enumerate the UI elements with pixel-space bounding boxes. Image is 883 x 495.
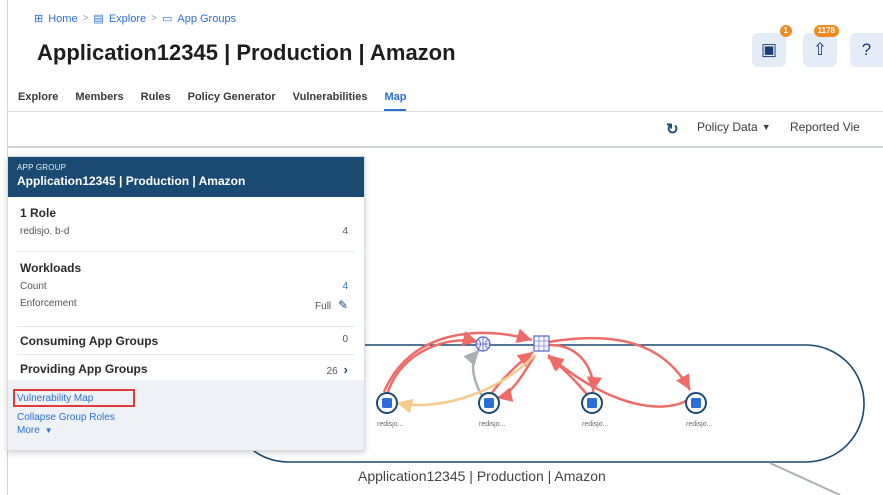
panel-header: APP GROUP Application12345 | Production … — [8, 157, 364, 197]
panel-title: Application12345 | Production | Amazon — [17, 174, 246, 188]
node-label: redisjo... — [582, 421, 609, 428]
consuming-value: 0 — [342, 334, 348, 345]
more-label: More — [17, 425, 40, 436]
providing-row[interactable]: Providing App Groups 26 › — [20, 362, 348, 377]
collapse-group-roles-link[interactable]: Collapse Group Roles — [17, 412, 115, 423]
enforcement-value: Full — [315, 301, 332, 312]
node-label: redisjo... — [686, 421, 713, 428]
workload-node[interactable] — [376, 392, 398, 414]
divider — [17, 251, 355, 252]
workload-node[interactable] — [581, 392, 603, 414]
flow-arrow[interactable] — [396, 354, 536, 414]
count-label: Count — [20, 281, 47, 292]
divider — [17, 326, 355, 327]
role-heading: 1 Role — [20, 206, 57, 220]
app-group-label: Application12345 | Production | Amazon — [358, 468, 606, 484]
count-value[interactable]: 4 — [342, 281, 348, 292]
flow-arrow[interactable] — [549, 343, 602, 393]
role-section: 1 Role redisjo. b-d 4 — [20, 206, 348, 237]
enforcement-label: Enforcement — [20, 298, 77, 309]
vulnerability-map-link[interactable]: Vulnerability Map — [17, 393, 93, 404]
role-count: 4 — [342, 226, 348, 237]
more-link[interactable]: More ▼ — [17, 425, 53, 436]
workload-node[interactable] — [478, 392, 500, 414]
chevron-right-icon[interactable]: › — [344, 362, 348, 377]
flow-arrow[interactable] — [547, 336, 692, 391]
enforcement-row: Enforcement Full ✎ — [20, 298, 348, 312]
panel-kicker: APP GROUP — [17, 163, 67, 172]
workloads-section: Workloads Count 4 Enforcement Full ✎ — [20, 261, 348, 312]
external-link-line — [769, 462, 841, 495]
chevron-down-icon: ▼ — [44, 426, 53, 435]
providing-value: 26 — [326, 366, 338, 377]
flow-arrow[interactable] — [547, 354, 694, 408]
pencil-icon[interactable]: ✎ — [338, 298, 348, 312]
panel-footer: Vulnerability Map Collapse Group Roles M… — [8, 380, 364, 450]
count-row: Count 4 — [20, 281, 348, 292]
workloads-heading: Workloads — [20, 261, 82, 275]
app-group-panel: APP GROUP Application12345 | Production … — [7, 156, 365, 451]
node-label: redisjo... — [479, 421, 506, 428]
role-row[interactable]: redisjo. b-d 4 — [20, 226, 348, 237]
divider — [17, 354, 355, 355]
providing-label: Providing App Groups — [20, 362, 148, 376]
node-label: redisjo... — [377, 421, 404, 428]
consuming-label: Consuming App Groups — [20, 334, 159, 348]
internet-node[interactable] — [475, 336, 491, 352]
workload-node[interactable] — [685, 392, 707, 414]
consuming-row[interactable]: Consuming App Groups 0 — [20, 334, 348, 348]
role-name: redisjo. b-d — [20, 226, 70, 237]
flow-arrow[interactable] — [547, 355, 591, 399]
flow-arrow[interactable] — [385, 331, 479, 396]
subnet-node[interactable] — [533, 335, 550, 352]
